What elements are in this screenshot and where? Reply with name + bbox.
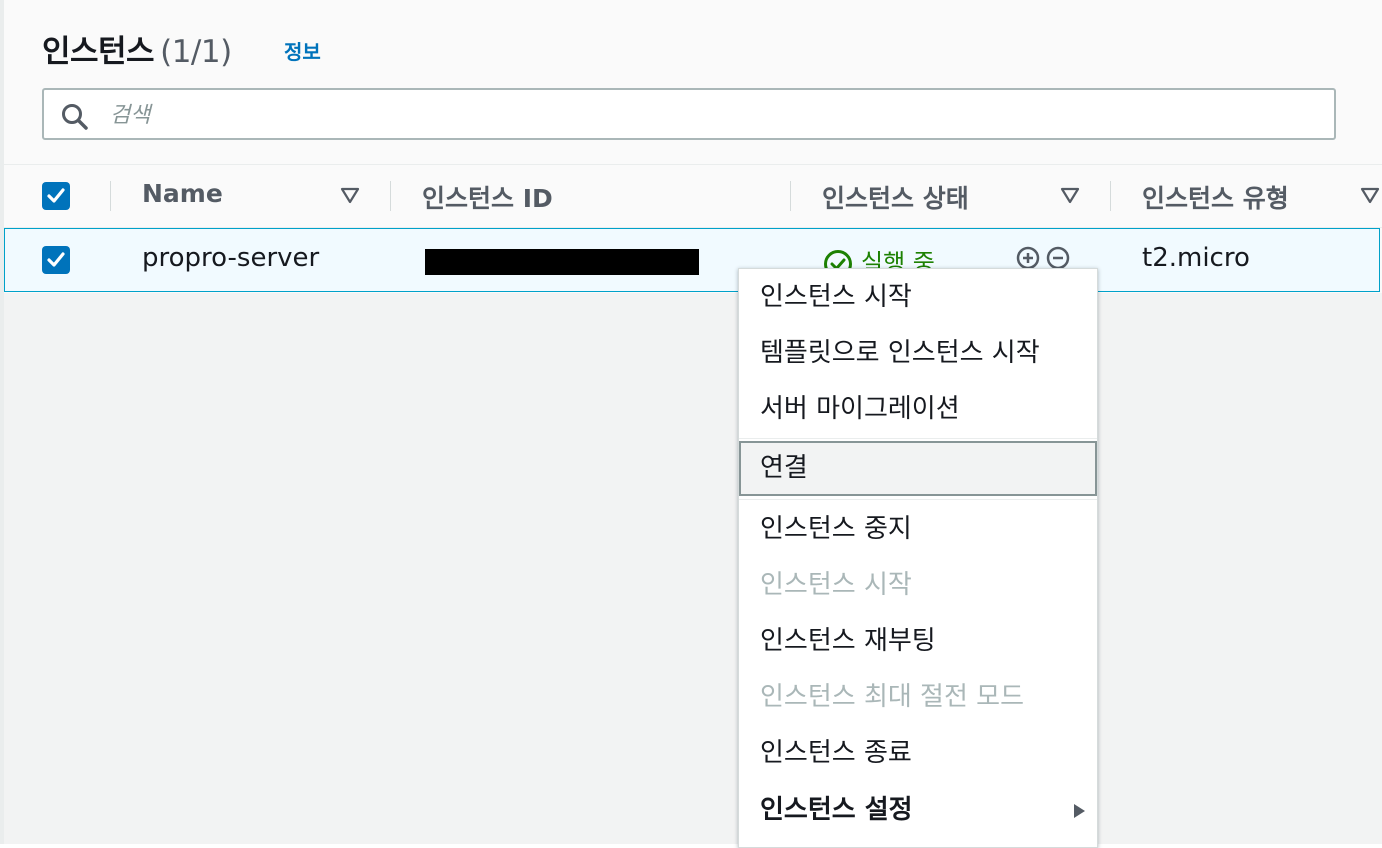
menu-divider bbox=[739, 499, 1097, 500]
column-divider bbox=[790, 181, 791, 211]
sort-triangle-icon[interactable] bbox=[340, 187, 360, 205]
menu-divider bbox=[739, 438, 1097, 439]
menu-item-hibernate-instance: 인스턴스 최대 절전 모드 bbox=[760, 682, 1024, 712]
zoom-out-icon[interactable] bbox=[1046, 246, 1070, 270]
column-header-instance-id[interactable]: 인스턴스 ID bbox=[422, 179, 553, 215]
page-title-text: 인스턴스 bbox=[42, 34, 155, 70]
column-header-instance-state[interactable]: 인스턴스 상태 bbox=[822, 179, 969, 215]
menu-item-server-migration[interactable]: 서버 마이그레이션 bbox=[739, 383, 1097, 435]
column-divider bbox=[390, 181, 391, 211]
menu-item-connect[interactable]: 연결 bbox=[739, 441, 1097, 496]
search-icon bbox=[60, 102, 90, 132]
table-empty-area bbox=[4, 293, 1382, 844]
column-divider bbox=[110, 181, 111, 211]
instance-id-redacted bbox=[425, 249, 699, 275]
row-checkbox[interactable] bbox=[42, 246, 70, 274]
column-divider bbox=[1110, 181, 1111, 211]
menu-item-instance-settings-label: 인스턴스 설정 bbox=[760, 795, 913, 825]
menu-item-terminate-instance[interactable]: 인스턴스 종료 bbox=[739, 727, 1097, 779]
zoom-in-icon[interactable] bbox=[1016, 246, 1040, 270]
panel-header: 인스턴스 (1/1) 정보 bbox=[4, 0, 1382, 165]
menu-item-stop-instance[interactable]: 인스턴스 중지 bbox=[739, 503, 1097, 555]
menu-item-instance-settings[interactable]: 인스턴스 설정 bbox=[739, 784, 1097, 836]
instance-name: propro-server bbox=[142, 243, 320, 273]
column-header-instance-type[interactable]: 인스턴스 유형 bbox=[1142, 179, 1289, 215]
instance-type: t2.micro bbox=[1142, 243, 1250, 273]
table-row[interactable]: propro-server 실행 중 t2.micro bbox=[4, 228, 1380, 292]
instances-panel: 인스턴스(1/1) 정보 Name 인스턴스 ID 인스턴스 상태 bbox=[4, 0, 1382, 844]
sort-triangle-icon[interactable] bbox=[1060, 187, 1080, 205]
caret-right-icon bbox=[1074, 804, 1085, 818]
menu-item-start-instance: 인스턴스 시작 bbox=[760, 570, 912, 600]
search-box[interactable] bbox=[42, 88, 1336, 140]
page-title: 인스턴스 (1/1) bbox=[42, 26, 232, 71]
sort-triangle-icon[interactable] bbox=[1360, 187, 1380, 205]
menu-item-launch-from-template[interactable]: 템플릿으로 인스턴스 시작 bbox=[739, 327, 1097, 379]
instance-count: (1/1) bbox=[160, 34, 232, 70]
checkmark-icon bbox=[47, 188, 65, 203]
menu-item-launch-instance[interactable]: 인스턴스 시작 bbox=[739, 271, 1097, 323]
checkmark-icon bbox=[47, 252, 65, 267]
menu-item-reboot-instance[interactable]: 인스턴스 재부팅 bbox=[739, 615, 1097, 667]
instance-context-menu: 인스턴스 시작 템플릿으로 인스턴스 시작 서버 마이그레이션 연결 인스턴스 … bbox=[738, 268, 1098, 848]
select-all-checkbox[interactable] bbox=[42, 182, 70, 210]
table-header: Name 인스턴스 ID 인스턴스 상태 인스턴스 유형 bbox=[4, 165, 1382, 228]
column-header-name[interactable]: Name bbox=[142, 179, 223, 208]
search-input[interactable] bbox=[108, 96, 1312, 134]
info-link[interactable]: 정보 bbox=[284, 36, 321, 65]
